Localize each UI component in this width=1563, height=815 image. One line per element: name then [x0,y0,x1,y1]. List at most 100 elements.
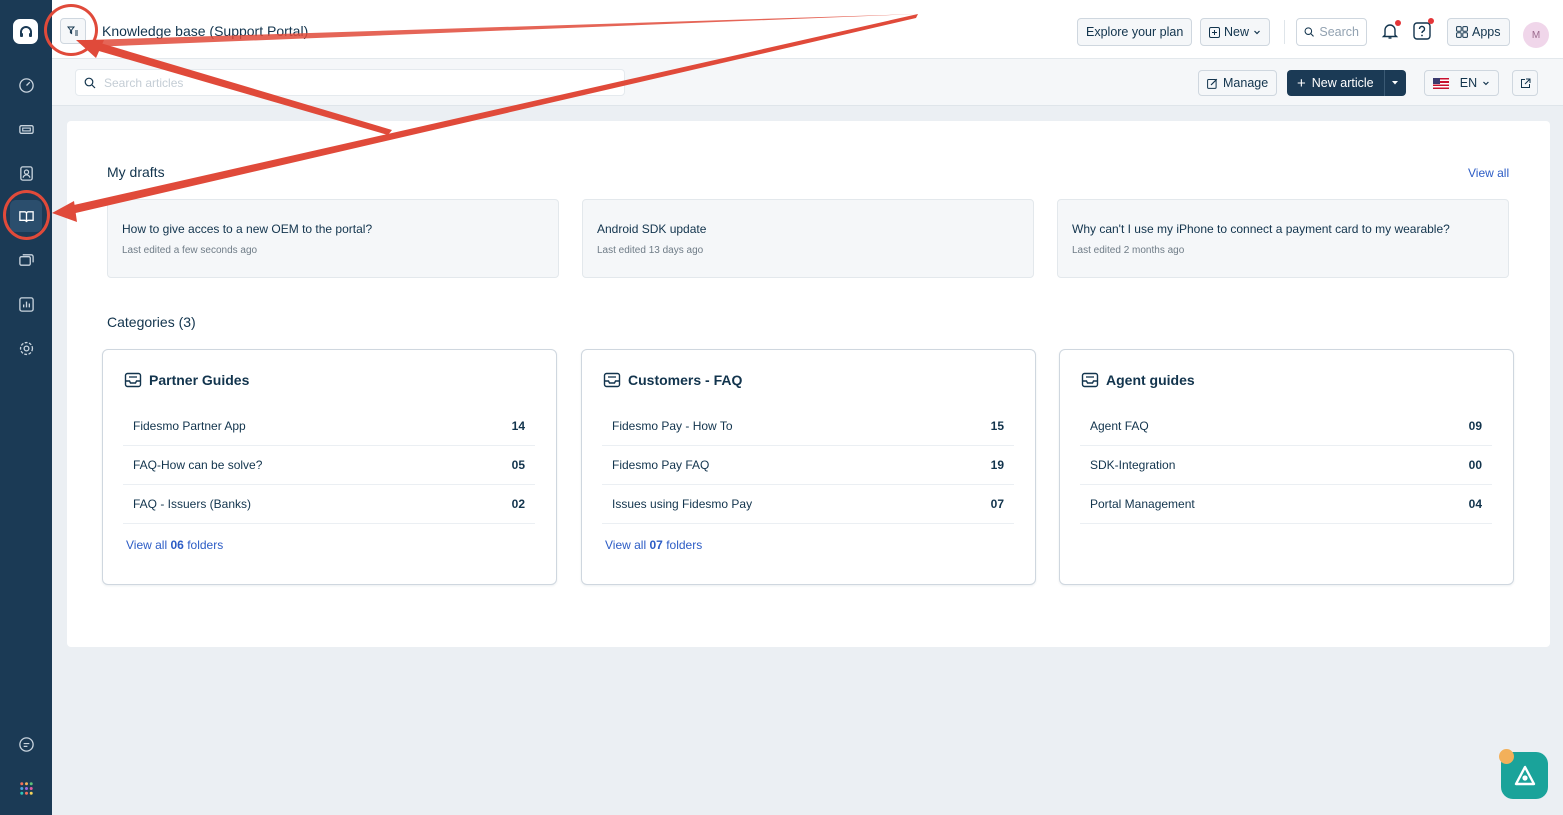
folder-name: Issues using Fidesmo Pay [612,497,753,511]
folder-row[interactable]: SDK-Integration 00 [1080,446,1492,485]
sidebar [0,0,52,815]
view-all-suffix: folders [666,538,703,552]
new-menu-button[interactable]: New [1200,18,1271,46]
tickets-icon [18,124,34,134]
inbox-icon [1081,372,1099,388]
inbox-icon [603,372,621,388]
caret-down-icon [1392,81,1399,85]
view-all-suffix: folders [187,538,224,552]
conversations-icon [18,253,34,266]
new-article-label: New article [1311,76,1374,90]
sidebar-item-chat[interactable] [10,728,42,760]
settings-icon [19,341,33,355]
folder-row[interactable]: Fidesmo Partner App 14 [123,407,535,446]
folder-row[interactable]: Fidesmo Pay FAQ 19 [602,446,1014,485]
draft-card[interactable]: Why can't I use my iPhone to connect a p… [1057,199,1509,278]
article-search-input[interactable] [104,75,604,90]
article-search-field[interactable] [75,69,625,96]
manage-button[interactable]: Manage [1198,70,1278,96]
folder-name: FAQ-How can be solve? [133,458,263,472]
manage-label: Manage [1223,76,1269,90]
app-grid-icon [19,781,33,795]
inbox-icon [124,372,142,388]
folder-name: FAQ - Issuers (Banks) [133,497,252,511]
help-dot [1428,18,1434,24]
category-header[interactable]: Partner Guides [124,372,249,388]
new-menu-label: New [1224,25,1250,39]
reports-icon [18,296,34,312]
sidebar-item-app-switcher[interactable] [10,772,42,804]
draft-card[interactable]: How to give acces to a new OEM to the po… [107,199,559,278]
sidebar-item-contacts[interactable] [10,157,42,189]
category-card: Partner Guides Fidesmo Partner App 14 FAQ… [102,349,557,585]
external-link-icon [1520,78,1530,88]
view-all-count: 07 [649,538,663,552]
global-search-placeholder: Search [1319,25,1359,39]
sidebar-item-tickets[interactable] [10,113,42,145]
help-button[interactable] [1411,18,1434,42]
chevron-down-icon [1483,81,1489,86]
sidebar-item-reports[interactable] [10,288,42,320]
view-all-folders-link[interactable]: View all 06 folders [126,538,223,552]
explore-plan-label: Explore your plan [1086,25,1184,39]
draft-meta: Last edited a few seconds ago [122,245,258,256]
contacts-icon [19,165,33,181]
search-icon [1304,27,1314,37]
view-all-drafts-link[interactable]: View all [1468,166,1509,180]
folder-name: Agent FAQ [1090,419,1149,433]
folder-count: 14 [511,419,525,433]
folder-row[interactable]: Issues using Fidesmo Pay 07 [602,485,1014,524]
folder-row[interactable]: Agent FAQ 09 [1080,407,1492,446]
folder-name: Portal Management [1090,497,1195,511]
draft-title: Why can't I use my iPhone to connect a p… [1072,222,1450,236]
apps-label: Apps [1472,25,1501,39]
app-logo-icon[interactable] [13,19,38,44]
folder-count: 02 [511,497,525,511]
folder-row[interactable]: FAQ-How can be solve? 05 [123,446,535,485]
folder-name: Fidesmo Pay FAQ [612,458,710,472]
new-article-dropdown[interactable] [1383,70,1406,96]
folder-name: SDK-Integration [1090,458,1176,472]
plus-square-icon [1209,26,1220,38]
folder-row[interactable]: Fidesmo Pay - How To 15 [602,407,1014,446]
folder-count: 09 [1468,419,1482,433]
folder-row[interactable]: Portal Management 04 [1080,485,1492,524]
draft-meta: Last edited 13 days ago [597,245,704,256]
draft-title: Android SDK update [597,222,707,236]
sidebar-item-dashboard[interactable] [10,69,42,101]
folder-name: Fidesmo Partner App [133,419,246,433]
open-portal-button[interactable] [1512,70,1538,96]
chevron-down-icon [1254,30,1260,35]
sidebar-item-settings[interactable] [10,332,42,364]
sidebar-item-conversations[interactable] [10,244,42,276]
folder-count: 00 [1468,458,1482,472]
annotation-circle-sidebar [3,190,50,240]
dashboard-icon [18,77,34,93]
category-header[interactable]: Agent guides [1081,372,1195,388]
draft-meta: Last edited 2 months ago [1072,245,1185,256]
search-icon [84,77,96,88]
language-select[interactable]: EN [1424,70,1499,96]
us-flag-icon [1433,77,1449,89]
knowledge-base-toolbar: Manage + New article EN [52,59,1563,106]
folder-count: 07 [990,497,1004,511]
avatar[interactable]: M [1523,22,1549,48]
draft-card[interactable]: Android SDK update Last edited 13 days a… [582,199,1034,278]
category-card: Agent guides Agent FAQ 09 SDK-Integration… [1059,349,1514,585]
global-search-button[interactable]: Search [1296,18,1367,46]
view-all-count: 06 [170,538,184,552]
folder-count: 15 [990,419,1004,433]
category-header[interactable]: Customers - FAQ [603,372,742,388]
draft-title: How to give acces to a new OEM to the po… [122,222,373,236]
new-article-button[interactable]: + New article [1287,70,1406,96]
view-all-folders-link[interactable]: View all 07 folders [605,538,702,552]
explore-plan-button[interactable]: Explore your plan [1077,18,1193,46]
apps-button[interactable]: Apps [1447,18,1510,46]
new-article-main[interactable]: + New article [1287,70,1384,96]
help-icon [1413,22,1431,40]
notifications-button[interactable] [1379,20,1401,42]
assistant-icon [1514,765,1535,785]
category-name: Customers - FAQ [628,372,743,388]
folder-row[interactable]: FAQ - Issuers (Banks) 02 [123,485,535,524]
top-bar: Knowledge base (Support Portal) Explore … [52,0,1563,59]
